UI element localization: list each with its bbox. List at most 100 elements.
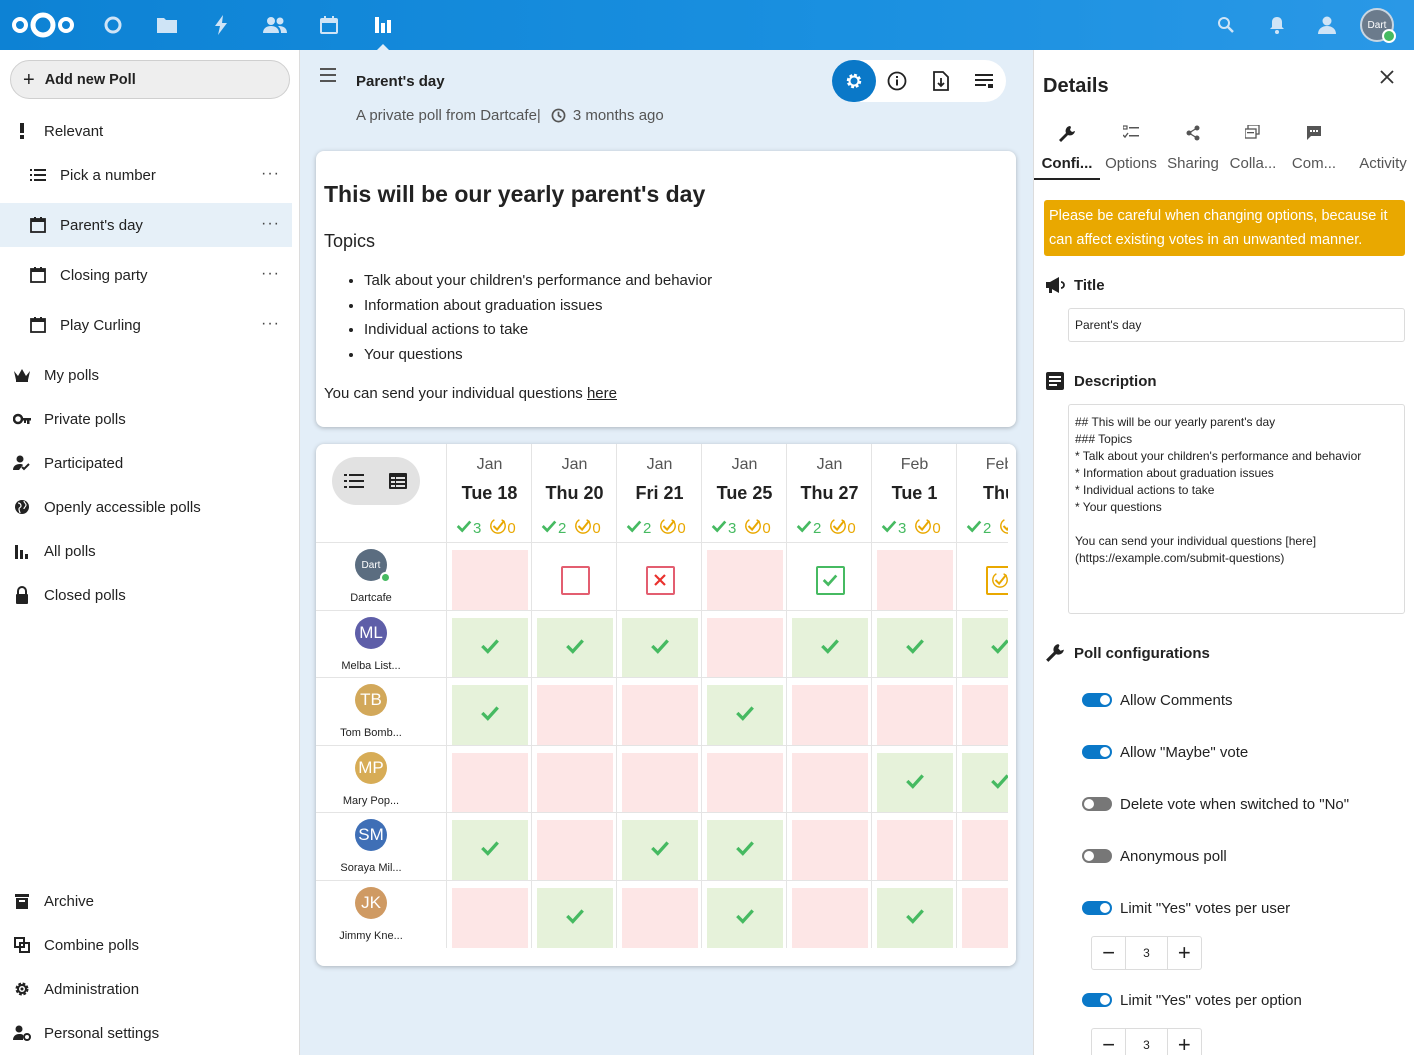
files-app-icon[interactable] <box>155 13 179 37</box>
lock-icon <box>12 585 32 605</box>
empty-vote-checkbox[interactable] <box>560 565 590 595</box>
avatar[interactable]: Dart <box>355 549 391 583</box>
poll-info-button[interactable] <box>876 60 920 102</box>
tab-comments[interactable]: Com... <box>1281 120 1347 180</box>
nav-item-relevant[interactable]: Relevant <box>0 109 292 153</box>
vote-box[interactable] <box>877 550 953 610</box>
anonymous-poll-toggle[interactable]: Anonymous poll <box>1082 842 1227 870</box>
nextcloud-logo[interactable] <box>10 10 76 40</box>
nav-item-administration[interactable]: Administration <box>0 967 292 1011</box>
yes-vote-checkbox[interactable] <box>815 565 845 595</box>
tab-activity[interactable]: Activity <box>1350 120 1414 180</box>
nav-item-combine-polls[interactable]: Combine polls <box>0 923 292 967</box>
increment-button[interactable]: + <box>1168 936 1201 970</box>
nav-item-closed-polls[interactable]: Closed polls <box>0 573 292 617</box>
poll-settings-button[interactable] <box>832 60 876 102</box>
add-new-poll-button[interactable]: + Add new Poll <box>10 60 290 99</box>
close-icon[interactable] <box>1380 70 1394 84</box>
toggle-switch[interactable] <box>1082 849 1112 863</box>
calendar-app-icon[interactable] <box>317 13 341 37</box>
stepper-value[interactable]: 3 <box>1125 1028 1168 1055</box>
avatar[interactable]: JK <box>355 886 387 919</box>
avatar[interactable]: MP <box>355 751 387 784</box>
yes-count-value: 2 <box>983 519 992 537</box>
more-actions-icon[interactable]: ··· <box>261 315 280 333</box>
tab-configuration[interactable]: Confi... <box>1034 120 1100 180</box>
participant-cell: TB Tom Bomb... <box>324 678 418 745</box>
limit-votes-per-option-toggle[interactable]: Limit "Yes" votes per option <box>1082 986 1302 1014</box>
nav-item-all-polls[interactable]: All polls <box>0 529 292 573</box>
user-avatar-menu[interactable]: Dart <box>1360 8 1396 43</box>
nav-item-play-curling[interactable]: Play Curling ··· <box>0 303 292 347</box>
avatar[interactable]: SM <box>355 819 387 851</box>
vote-cell <box>786 678 871 745</box>
title-input[interactable]: Parent's day <box>1068 308 1405 342</box>
tab-options[interactable]: Options <box>1098 120 1164 180</box>
toggle-switch[interactable] <box>1082 745 1112 759</box>
contacts-app-icon[interactable] <box>263 13 287 37</box>
decrement-button[interactable]: − <box>1092 1028 1125 1055</box>
vote-box[interactable] <box>537 550 613 610</box>
vote-counts: 20 <box>540 517 601 539</box>
dashboard-app-icon[interactable] <box>101 13 125 37</box>
vote-box[interactable] <box>707 550 783 610</box>
toggle-switch[interactable] <box>1082 901 1112 915</box>
delete-vote-toggle[interactable]: Delete vote when switched to "No" <box>1082 790 1349 818</box>
yes-check-icon <box>734 702 756 728</box>
nav-item-personal-settings[interactable]: Personal settings <box>0 1011 292 1055</box>
nav-item-pick-a-number[interactable]: Pick a number ··· <box>0 153 292 197</box>
toggle-switch[interactable] <box>1082 693 1112 707</box>
participant-name: Mary Pop... <box>342 794 400 807</box>
list-view-button[interactable] <box>332 457 376 505</box>
vote-box[interactable] <box>452 550 528 610</box>
export-poll-button[interactable] <box>919 60 963 102</box>
vote-cell <box>446 880 531 948</box>
vote-box <box>622 685 698 745</box>
vote-box[interactable] <box>622 550 698 610</box>
vote-box <box>452 820 528 880</box>
vote-box[interactable] <box>792 550 868 610</box>
list-item: Information about graduation issues <box>364 296 712 321</box>
polls-app-icon[interactable] <box>371 13 395 50</box>
avatar[interactable]: ML <box>355 616 387 649</box>
contacts-menu-icon[interactable] <box>1316 14 1338 36</box>
table-view-button[interactable] <box>376 457 420 505</box>
limit-votes-per-user-toggle[interactable]: Limit "Yes" votes per user <box>1082 894 1290 922</box>
tab-collaboration[interactable]: Colla... <box>1220 120 1286 180</box>
yes-check-icon <box>734 905 756 931</box>
vote-box <box>792 685 868 745</box>
notifications-bell-icon[interactable] <box>1266 14 1288 36</box>
nav-item-parents-day[interactable]: Parent's day ··· <box>0 203 292 247</box>
maybe-check-icon <box>659 517 677 539</box>
vote-box <box>877 617 953 678</box>
tab-sharing[interactable]: Sharing <box>1160 120 1226 180</box>
increment-button[interactable]: + <box>1168 1028 1201 1055</box>
search-icon[interactable] <box>1215 14 1237 36</box>
allow-comments-toggle[interactable]: Allow Comments <box>1082 686 1233 714</box>
description-textarea[interactable]: ## This will be our yearly parent's day … <box>1068 404 1405 614</box>
decrement-button[interactable]: − <box>1092 936 1125 970</box>
more-actions-icon[interactable]: ··· <box>261 215 280 233</box>
stepper-value[interactable]: 3 <box>1125 936 1168 970</box>
avatar-initials: SM <box>358 825 384 844</box>
nav-item-my-polls[interactable]: My polls <box>0 353 292 397</box>
nav-item-archive[interactable]: Archive <box>0 879 292 923</box>
maybe-count: 0 <box>744 517 771 539</box>
nav-item-participated[interactable]: Participated <box>0 441 292 485</box>
sidebar-toggle-button[interactable] <box>963 60 1007 102</box>
nav-item-private-polls[interactable]: Private polls <box>0 397 292 441</box>
no-vote-checkbox[interactable] <box>645 565 675 595</box>
nav-item-closing-party[interactable]: Closing party ··· <box>0 253 292 297</box>
allow-maybe-toggle[interactable]: Allow "Maybe" vote <box>1082 738 1248 766</box>
paragraph-text: You can send your individual questions <box>324 385 587 402</box>
more-actions-icon[interactable]: ··· <box>261 265 280 283</box>
toggle-switch[interactable] <box>1082 993 1112 1007</box>
toggle-navigation-icon[interactable] <box>320 68 336 82</box>
questions-link[interactable]: here <box>587 385 617 402</box>
avatar[interactable]: TB <box>355 684 387 716</box>
activity-app-icon[interactable] <box>209 13 233 37</box>
vote-cell <box>701 880 786 948</box>
more-actions-icon[interactable]: ··· <box>261 165 280 183</box>
nav-item-openly-accessible-polls[interactable]: Openly accessible polls <box>0 485 292 529</box>
toggle-switch[interactable] <box>1082 797 1112 811</box>
